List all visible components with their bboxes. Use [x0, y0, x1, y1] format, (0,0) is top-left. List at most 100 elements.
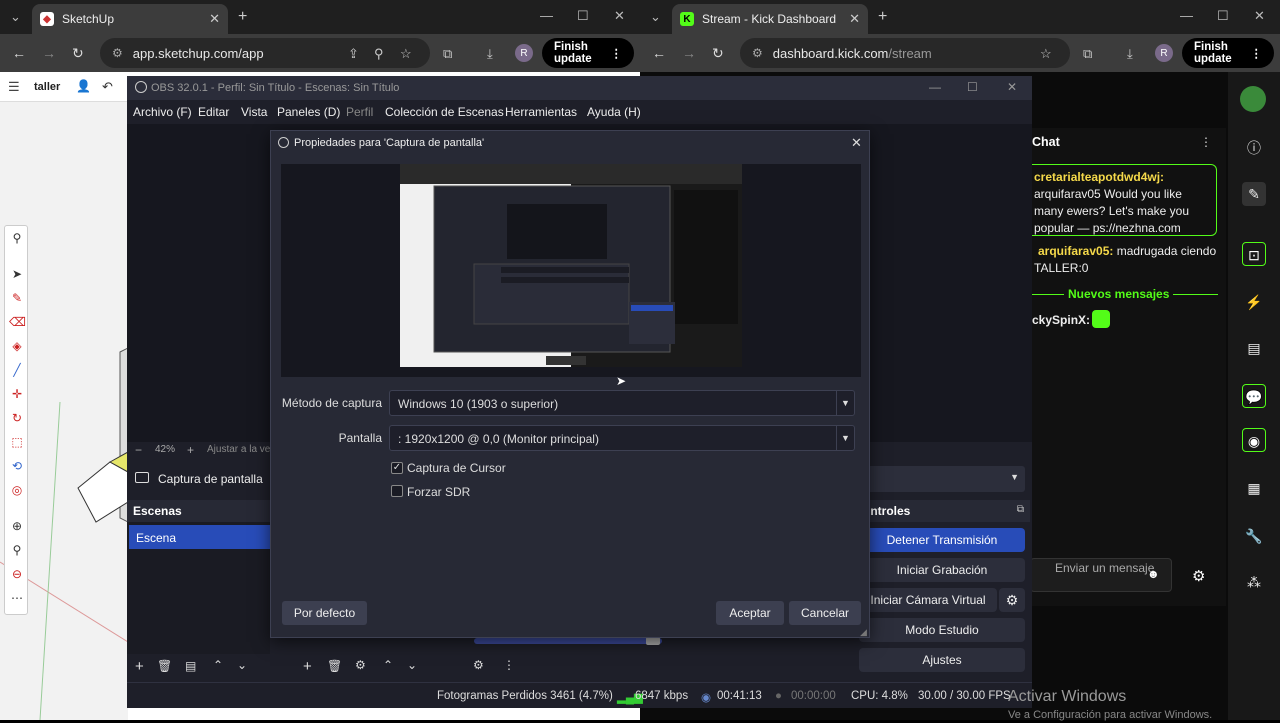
tab-search-icon[interactable]: ⌄	[10, 9, 21, 25]
extensions-icon[interactable]: ⧉	[443, 46, 452, 62]
cancel-button[interactable]: Cancelar	[789, 601, 861, 625]
move-up-icon[interactable]: ⌃	[383, 658, 393, 672]
bookmark-star-icon[interactable]: ☆	[400, 46, 412, 62]
hamburger-icon[interactable]: ☰	[8, 79, 20, 95]
notes-icon[interactable]: ▤	[1242, 336, 1266, 360]
close-window-icon[interactable]: ✕	[614, 8, 625, 24]
close-window-icon[interactable]: ✕	[1007, 80, 1017, 94]
add-scene-icon[interactable]: +	[135, 658, 144, 675]
site-info-icon[interactable]: ⚙	[112, 46, 123, 60]
screen-capture-icon[interactable]: ⊡	[1242, 242, 1266, 266]
paint-bucket-icon[interactable]: ◈	[9, 338, 25, 354]
maximize-icon[interactable]: ☐	[577, 8, 589, 24]
profile-avatar[interactable]: R	[1155, 44, 1173, 62]
zoom-tool-icon[interactable]: ⚲	[9, 542, 25, 558]
menu-perfil[interactable]: Perfil	[346, 105, 373, 119]
bookmark-star-icon[interactable]: ☆	[1040, 46, 1052, 62]
finish-update-button[interactable]: Finish update ⋮	[542, 38, 634, 68]
chat-menu-icon[interactable]: ⋮	[1200, 135, 1212, 149]
edit-icon[interactable]: ✎	[1242, 182, 1266, 206]
volume-handle[interactable]	[646, 637, 660, 645]
remove-source-icon[interactable]: 🗑	[327, 659, 342, 673]
forward-icon[interactable]: →	[42, 45, 56, 61]
info-icon[interactable]: ⓘ	[1242, 136, 1266, 160]
move-icon[interactable]: ✛	[9, 386, 25, 402]
source-dropdown[interactable]: ▼	[867, 466, 1025, 492]
capture-method-select[interactable]: Windows 10 (1903 o superior) ▼	[389, 390, 855, 416]
reload-icon[interactable]: ↻	[72, 45, 84, 62]
menu-archivo[interactable]: Archivo (F)	[133, 105, 192, 119]
filter-icon[interactable]: ▤	[185, 659, 196, 673]
minimize-icon[interactable]: —	[1180, 8, 1193, 23]
menu-editar[interactable]: Editar	[198, 105, 229, 119]
rotate-icon[interactable]: ↻	[9, 410, 25, 426]
remove-scene-icon[interactable]: 🗑	[157, 659, 172, 673]
maximize-icon[interactable]: ☐	[967, 80, 978, 94]
minimize-icon[interactable]: —	[540, 8, 553, 23]
force-sdr-checkbox[interactable]	[391, 485, 403, 497]
select-arrow-icon[interactable]: ➤	[9, 266, 25, 282]
layout-icon[interactable]: ▦	[1242, 476, 1266, 500]
menu-coleccion-escenas[interactable]: Colección de Escenas	[385, 105, 504, 119]
orbit-icon[interactable]: ⟲	[9, 458, 25, 474]
accept-button[interactable]: Aceptar	[716, 601, 784, 625]
start-recording-button[interactable]: Iniciar Grabación	[859, 558, 1025, 582]
move-down-icon[interactable]: ⌄	[237, 658, 247, 672]
install-app-icon[interactable]: ⇪	[348, 46, 359, 62]
more-tools-icon[interactable]: ⋯	[9, 590, 25, 606]
stop-streaming-button[interactable]: Detener Transmisión	[859, 528, 1025, 552]
zoom-out-icon[interactable]: −	[135, 443, 142, 457]
lightning-icon[interactable]: ⚡	[1242, 290, 1266, 314]
close-icon[interactable]: ✕	[851, 135, 862, 151]
tab-kick-dashboard[interactable]: K Stream - Kick Dashboard ✕	[672, 4, 868, 34]
mixer-menu-icon[interactable]: ⋮	[503, 658, 515, 672]
new-tab-icon[interactable]: +	[878, 8, 887, 26]
force-sdr-label[interactable]: Forzar SDR	[407, 485, 470, 499]
undo-icon[interactable]: ↶	[102, 79, 113, 95]
back-icon[interactable]: ←	[12, 45, 26, 61]
source-settings-gear-icon[interactable]: ⚙	[355, 658, 366, 672]
broadcast-icon[interactable]: ◉	[1242, 428, 1266, 452]
shapes-icon[interactable]: ⁂	[1242, 570, 1266, 594]
capture-cursor-checkbox[interactable]: ✓	[391, 462, 403, 474]
resize-grip-icon[interactable]: ◢	[860, 627, 867, 638]
move-up-icon[interactable]: ⌃	[213, 658, 223, 672]
close-tab-icon[interactable]: ✕	[849, 11, 860, 27]
tab-search-icon[interactable]: ⌄	[650, 9, 661, 25]
close-window-icon[interactable]: ✕	[1254, 8, 1265, 24]
minimize-icon[interactable]: —	[929, 80, 941, 94]
extensions-icon[interactable]: ⧉	[1083, 46, 1092, 62]
chat-settings-gear-icon[interactable]: ⚙	[1192, 567, 1205, 585]
reload-icon[interactable]: ↻	[712, 45, 724, 62]
scene-item[interactable]: Escena	[129, 525, 270, 549]
scale-icon[interactable]: ⬚	[9, 434, 25, 450]
float-dock-icon[interactable]: ⧉	[1017, 504, 1024, 515]
download-icon[interactable]: ⤓	[1127, 46, 1133, 62]
download-icon[interactable]: ⤓	[487, 46, 493, 62]
mixer-settings-icon[interactable]: ⚙	[473, 658, 484, 672]
menu-herramientas[interactable]: Herramientas	[505, 105, 577, 119]
url-field[interactable]: ⚙ dashboard.kick.com/stream	[740, 38, 1070, 68]
chat-bubble-icon[interactable]: 💬	[1242, 384, 1266, 408]
site-info-icon[interactable]: ⚙	[752, 46, 763, 60]
virtual-camera-gear-icon[interactable]: ⚙	[999, 588, 1025, 612]
line-tool-icon[interactable]: ╱	[9, 362, 25, 378]
zoom-in-icon[interactable]: +	[187, 443, 194, 457]
section-plane-icon[interactable]: ⊖	[9, 566, 25, 582]
move-down-icon[interactable]: ⌄	[407, 658, 417, 672]
volume-slider[interactable]	[474, 637, 662, 645]
tab-sketchup[interactable]: ◆ SketchUp ✕	[32, 4, 228, 34]
start-virtual-camera-button[interactable]: Iniciar Cámara Virtual	[859, 588, 997, 612]
close-tab-icon[interactable]: ✕	[209, 11, 220, 27]
walk-icon[interactable]: ⊕	[9, 518, 25, 534]
zoom-icon[interactable]: ⚲	[374, 46, 384, 62]
maximize-icon[interactable]: ☐	[1217, 8, 1229, 24]
offset-icon[interactable]: ◎	[9, 482, 25, 498]
pencil-icon[interactable]: ✎	[9, 290, 25, 306]
new-tab-icon[interactable]: +	[238, 8, 247, 26]
capture-cursor-label[interactable]: Captura de Cursor	[407, 461, 506, 475]
screen-select[interactable]: : 1920x1200 @ 0,0 (Monitor principal) ▼	[389, 425, 855, 451]
channel-avatar[interactable]	[1240, 86, 1266, 112]
emoji-icon[interactable]: ☻	[1147, 568, 1160, 581]
search-icon[interactable]: ⚲	[9, 230, 25, 246]
